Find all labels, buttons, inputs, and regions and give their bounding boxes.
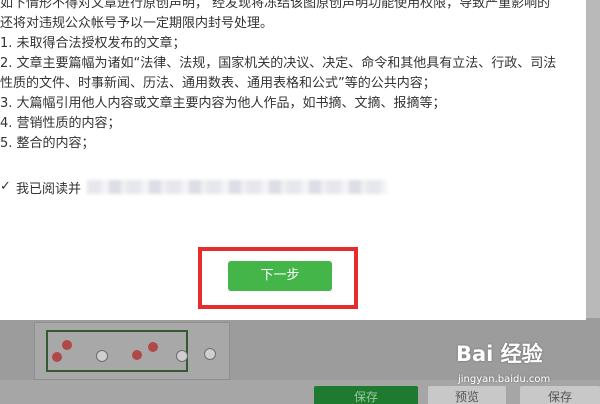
notice-line: 还将对违规公众帐号予以一定期限内封号处理。	[0, 16, 274, 31]
notice-line: 2. 文章主要篇幅为诸如“法律、法规，国家机关的决议、决定、命令和其他具有立法、…	[0, 56, 557, 71]
next-step-button[interactable]: 下一步	[228, 261, 332, 291]
baidu-jingyan-logo: Bai 经验	[456, 342, 543, 366]
notice-line: 5. 整合的内容；	[0, 136, 95, 151]
thumbnail-flower	[52, 352, 62, 362]
thumbnail-dot	[176, 350, 188, 362]
thumbnail-dot	[204, 348, 216, 360]
notice-line: 3. 大篇幅引用他人内容或文章主要内容为他人作品，如书摘、文摘、报摘等；	[0, 96, 446, 111]
original-declaration-dialog: 如下情形不得对文章进行原创声明， 经发现将冻结该图原创声明功能使用权限，导致严重…	[0, 0, 586, 320]
notice-line: 如下情形不得对文章进行原创声明， 经发现将冻结该图原创声明功能使用权限，导致严重…	[0, 0, 551, 11]
blurred-agreement-link	[87, 180, 388, 194]
background-save-button: 保存	[314, 386, 418, 404]
notice-line: 4. 营销性质的内容；	[0, 116, 121, 131]
thumbnail-frame	[46, 330, 188, 372]
notice-line: 1. 未取得合法授权发布的文章；	[0, 36, 186, 51]
thumbnail-flower	[132, 350, 142, 360]
watermark-url: jingyan.baidu.com	[458, 374, 551, 385]
agreement-label: 我已阅读并	[16, 181, 82, 197]
notice-line: 性质的文件、时事新闻、历法、通用数表、通用表格和公式”等的公共内容；	[0, 76, 436, 91]
thumbnail-flower	[62, 340, 72, 350]
thumbnail-dot	[96, 350, 108, 362]
agreement-row[interactable]: ✓ 我已阅读并	[0, 176, 470, 198]
baidu-jingyan-watermark: Bai 经验 jingyan.baidu.com	[456, 338, 596, 398]
notice-text: 如下情形不得对文章进行原创声明， 经发现将冻结该图原创声明功能使用权限，导致严重…	[0, 0, 586, 154]
thumbnail-flower	[148, 342, 158, 352]
checkmark-icon[interactable]: ✓	[0, 180, 12, 194]
